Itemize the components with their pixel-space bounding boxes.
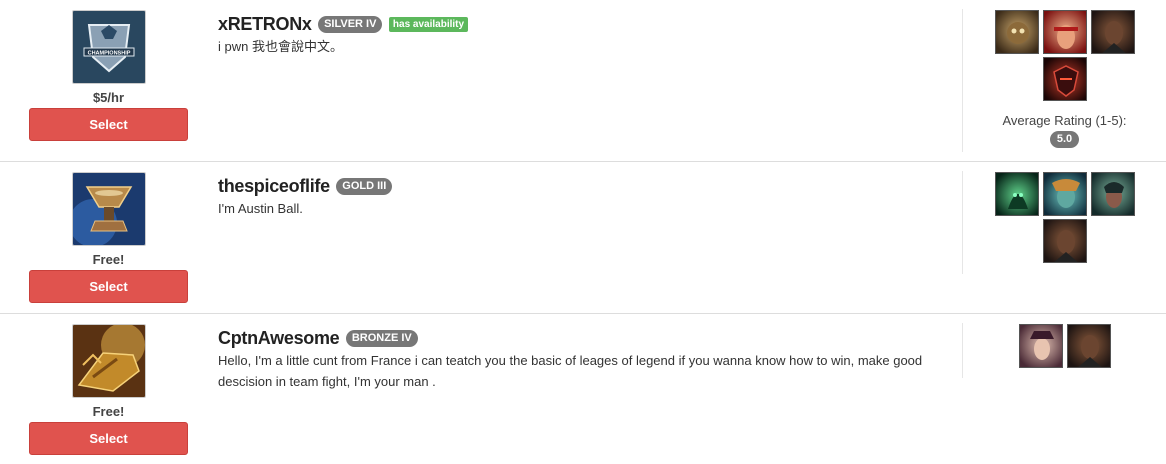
lucian-icon[interactable] (1090, 10, 1135, 54)
champion-list (990, 171, 1140, 265)
price-label: Free! (92, 404, 125, 419)
coach-row: Free! Select thespiceoflife GOLD III I'm… (0, 162, 1166, 314)
rank-badge: GOLD III (336, 177, 393, 195)
golden-gauntlet-icon (71, 324, 146, 398)
average-rating-label: Average Rating (1-5): (1002, 113, 1127, 128)
coach-username[interactable]: xRETRONx (218, 14, 312, 34)
coach-username[interactable]: CptnAwesome (218, 328, 340, 348)
svg-text:CHAMPIONSHIP: CHAMPIONSHIP (87, 51, 130, 57)
price-label: Free! (92, 252, 125, 267)
coach-row: Free! Select CptnAwesome BRONZE IV Hello… (0, 314, 1166, 464)
select-button[interactable]: Select (29, 422, 188, 455)
lee-sin-icon[interactable] (1042, 10, 1087, 54)
select-button[interactable]: Select (29, 108, 188, 141)
worlds-championship-icon: CHAMPIONSHIP (71, 10, 146, 84)
coach-username[interactable]: thespiceoflife (218, 176, 330, 196)
coach-bio: Hello, I'm a little cunt from France i c… (218, 353, 923, 389)
lucian-icon[interactable] (1066, 324, 1111, 368)
select-button[interactable]: Select (29, 270, 188, 303)
champion-list (990, 323, 1140, 370)
karma-icon[interactable] (1090, 172, 1135, 216)
coach-bio: I'm Austin Ball. (218, 201, 303, 216)
rank-badge: SILVER IV (318, 15, 383, 33)
caitlyn-icon[interactable] (1018, 324, 1063, 368)
coach-bio: i pwn 我也會說中文。 (218, 39, 343, 54)
champion-list (990, 9, 1140, 103)
hourglass-chalice-icon (71, 172, 146, 246)
rammus-icon[interactable] (994, 10, 1039, 54)
availability-badge: has availability (388, 16, 469, 32)
nami-icon[interactable] (1042, 172, 1087, 216)
zed-icon[interactable] (1042, 57, 1087, 101)
lucian-icon[interactable] (1042, 219, 1087, 263)
price-label: $5/hr (92, 90, 125, 105)
coach-row: CHAMPIONSHIP $5/hr Select xRETRONx SILVE… (0, 0, 1166, 162)
thresh-icon[interactable] (994, 172, 1039, 216)
rank-badge: BRONZE IV (345, 329, 418, 347)
rating-badge: 5.0 (1049, 131, 1080, 148)
